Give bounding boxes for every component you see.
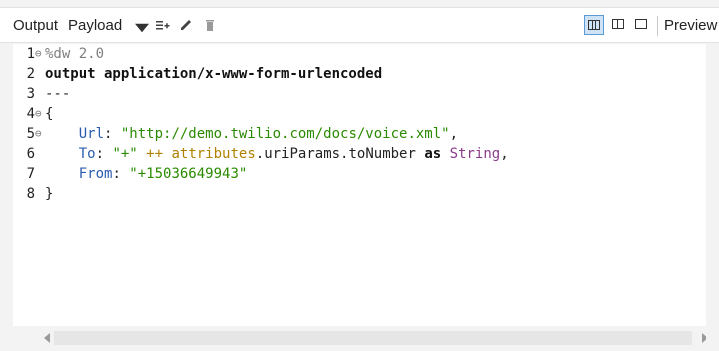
code-token: attributes <box>171 146 256 162</box>
code-text: From: "+15036649943" <box>45 164 248 184</box>
line-number: 2 <box>26 66 35 82</box>
horizontal-scrollbar[interactable] <box>13 326 719 351</box>
line-number: 3 <box>26 86 35 102</box>
code-text: --- <box>45 84 70 104</box>
code-text: { <box>45 104 53 124</box>
code-token: ++ <box>146 146 164 162</box>
payload-selector[interactable]: Payload <box>68 17 122 34</box>
text-view-button[interactable] <box>584 15 604 35</box>
toolbar-divider <box>657 16 658 36</box>
line-number: 8 <box>26 186 35 202</box>
code-token: , <box>500 146 509 162</box>
dataweave-editor-panel: Output Payload Preview 1 ⊖ %dw 2.0 2 out… <box>0 0 719 351</box>
code-token: From <box>78 166 113 182</box>
code-token: : <box>112 166 130 182</box>
code-text: Url: "http://demo.twilio.com/docs/voice.… <box>45 124 458 144</box>
code-text: %dw 2.0 <box>45 44 104 64</box>
code-token: , <box>449 126 459 142</box>
code-token: To <box>78 146 96 162</box>
code-editor[interactable]: 1 ⊖ %dw 2.0 2 output application/x-www-form-… <box>13 44 706 326</box>
scrollbar-track[interactable] <box>54 331 692 345</box>
code-token: } <box>45 186 54 202</box>
code-token: "http://demo.twilio.com/docs/voice.xml" <box>120 126 450 142</box>
code-text: } <box>45 184 53 204</box>
code-token: output application/x-www-form-urlencoded <box>45 66 383 82</box>
code-token: "+15036649943" <box>129 166 248 182</box>
vertical-scrollbar[interactable] <box>706 44 719 326</box>
fold-toggle-icon[interactable]: ⊖ <box>35 44 45 64</box>
scroll-left-icon[interactable] <box>44 333 50 343</box>
code-token: as <box>424 146 442 162</box>
scrollbar-corner <box>706 326 719 351</box>
code-text: output application/x-www-form-urlencoded <box>45 64 382 84</box>
code-token: { <box>45 106 54 122</box>
code-token: : <box>95 146 113 162</box>
line-number: 7 <box>26 166 35 182</box>
add-lines-icon[interactable] <box>156 18 170 32</box>
editor-toolbar: Output Payload Preview <box>0 7 719 43</box>
code-text: To: "+" ++ attributes.uriParams.toNumber… <box>45 144 509 164</box>
split-view-button[interactable] <box>609 15 629 35</box>
text-view-icon <box>588 20 600 30</box>
code-token: "+" <box>112 146 138 162</box>
code-token: %dw 2.0 <box>45 46 105 62</box>
fold-toggle-icon[interactable]: ⊖ <box>35 104 45 124</box>
pencil-icon[interactable] <box>179 18 193 32</box>
code-token: .uriParams.toNumber <box>255 146 425 162</box>
split-view-icon <box>612 19 624 29</box>
chevron-down-icon[interactable] <box>135 21 149 35</box>
code-token: Url <box>78 126 105 142</box>
single-view-button[interactable] <box>632 15 652 35</box>
line-number: 5 <box>26 126 35 142</box>
line-number: 6 <box>26 146 35 162</box>
code-token: --- <box>45 86 71 102</box>
trash-icon[interactable] <box>203 18 217 32</box>
preview-button[interactable]: Preview <box>664 17 717 34</box>
line-number: 1 <box>26 46 35 62</box>
line-number: 4 <box>26 106 35 122</box>
fold-toggle-icon[interactable]: ⊖ <box>35 124 45 144</box>
output-tab-label[interactable]: Output <box>13 17 58 34</box>
single-view-icon <box>635 19 647 29</box>
code-token: String <box>449 146 501 162</box>
code-token: : <box>104 126 121 142</box>
